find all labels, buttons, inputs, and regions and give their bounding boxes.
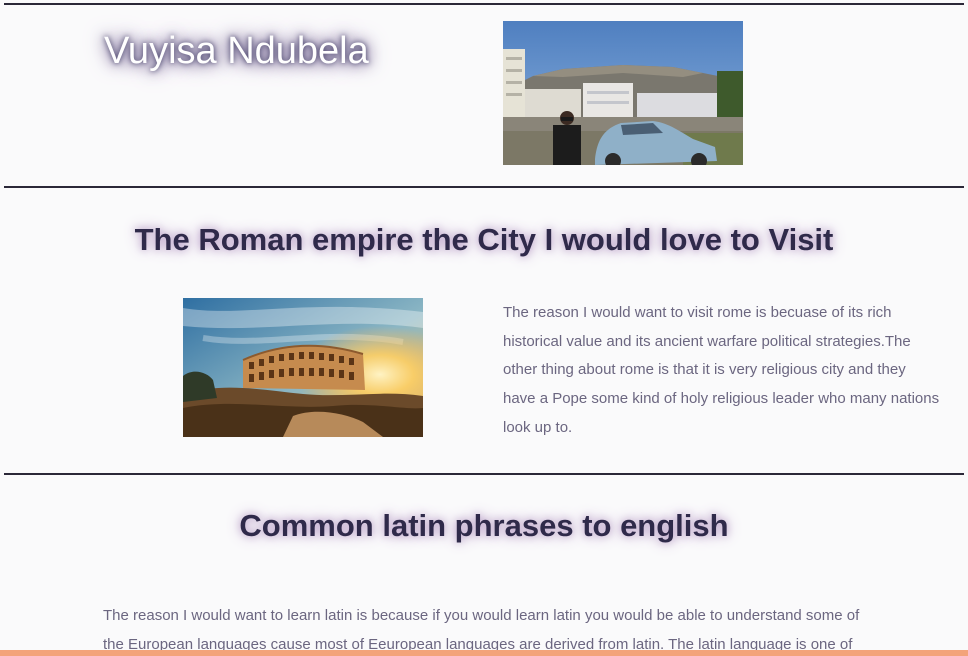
profile-photo	[503, 21, 743, 165]
divider-lower	[4, 473, 964, 475]
rome-section-paragraph: The reason I would want to visit rome is…	[503, 304, 940, 436]
bottom-accent-bar	[0, 650, 968, 656]
divider-middle	[4, 186, 964, 188]
latin-section-paragraph: The reason I would want to learn latin i…	[103, 607, 860, 653]
author-name: Vuyisa Ndubela	[104, 30, 369, 72]
page: Vuyisa Ndubela The Roman empire the City…	[0, 0, 968, 656]
divider-top	[4, 3, 964, 5]
colosseum-image	[183, 298, 423, 437]
latin-section-title: Common latin phrases to english	[239, 508, 729, 543]
rome-section-title: The Roman empire the City I would love t…	[134, 222, 834, 257]
